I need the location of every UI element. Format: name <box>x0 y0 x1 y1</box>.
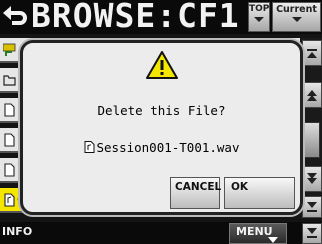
folder-up-icon <box>3 43 16 56</box>
page-title: BROWSE:CF1 <box>31 0 240 35</box>
scroll-down-button[interactable] <box>302 166 322 192</box>
scroll-bottom-icon <box>307 202 317 212</box>
audio-file-icon <box>4 193 15 207</box>
dialog-file-line: Session001-T001.wav <box>23 140 300 155</box>
scrollbar[interactable] <box>301 38 322 218</box>
scroll-down-icon <box>307 173 317 184</box>
current-button[interactable]: Current <box>272 2 321 32</box>
chevron-down-icon <box>254 17 264 22</box>
file-icon <box>4 163 15 177</box>
scroll-bottom-footer-button[interactable] <box>302 223 322 244</box>
scroll-bottom-icon <box>307 228 317 238</box>
ok-button[interactable]: OK <box>224 177 295 209</box>
cancel-button[interactable]: CANCEL <box>170 177 221 209</box>
info-button[interactable]: INFO <box>2 225 32 238</box>
audio-file-icon <box>84 141 94 153</box>
back-arrow-icon[interactable] <box>2 4 28 30</box>
scroll-top-icon <box>307 49 317 58</box>
chevron-down-icon <box>268 237 278 243</box>
scroll-up-button[interactable] <box>302 82 322 108</box>
file-icon <box>4 103 15 117</box>
file-icon <box>4 133 15 147</box>
warning-icon <box>146 51 178 79</box>
scroll-top-button[interactable] <box>302 40 322 66</box>
header-bar: BROWSE:CF1 TOP Current <box>0 0 322 35</box>
scroll-thumb[interactable] <box>304 122 320 158</box>
folder-icon <box>3 75 16 86</box>
chevron-down-icon <box>291 17 302 22</box>
delete-confirm-dialog: Delete this File? Session001-T001.wav CA… <box>20 40 303 215</box>
browse-screen: BROWSE:CF1 TOP Current INFO MENU Delete … <box>0 0 322 244</box>
menu-button[interactable]: MENU <box>229 223 287 244</box>
scroll-bottom-button[interactable] <box>302 196 322 218</box>
scroll-up-icon <box>307 90 317 101</box>
top-button[interactable]: TOP <box>248 2 270 32</box>
dialog-question: Delete this File? <box>97 103 226 118</box>
dialog-file-name: Session001-T001.wav <box>96 140 240 155</box>
top-button-label: TOP <box>249 4 270 14</box>
current-button-label: Current <box>276 4 317 15</box>
